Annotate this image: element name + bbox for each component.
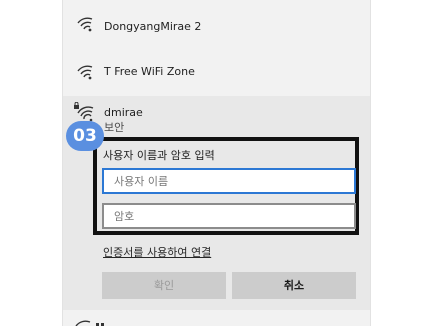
ok-button[interactable]: 확인 [102,272,226,299]
connect-with-certificate-link[interactable]: 인증서를 사용하여 연결 [103,244,211,260]
network-name: T Free WiFi Zone [104,65,195,78]
wifi-secured-icon [74,102,94,122]
network-name: DongyangMirae 2 [104,20,202,33]
network-item-t-free-wifi-zone[interactable]: T Free WiFi Zone [63,49,370,93]
username-input[interactable] [102,168,356,194]
network-item-dongyangmirae-2[interactable]: DongyangMirae 2 [63,2,370,46]
cancel-button[interactable]: 취소 [232,272,356,299]
network-security-status: 보안 [104,121,125,134]
network-name: dmirae [104,106,143,119]
password-input[interactable] [102,203,356,229]
wifi-icon [75,320,104,326]
step-number-badge: 03 [66,121,104,151]
wifi-icon [77,17,93,32]
wifi-icon [77,65,93,80]
credentials-prompt: 사용자 이름과 암호 입력 [103,149,215,162]
